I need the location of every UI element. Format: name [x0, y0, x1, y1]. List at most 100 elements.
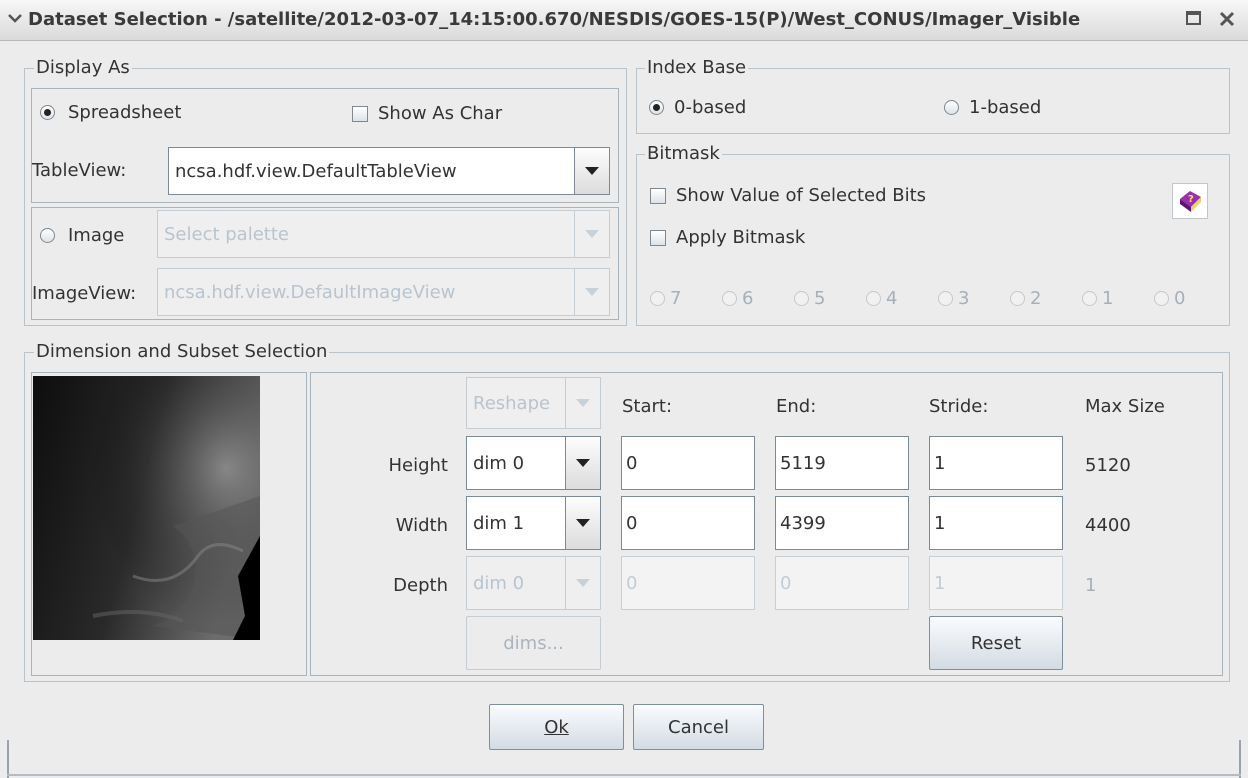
- bit-0-label: 0: [1174, 288, 1186, 309]
- imageview-label: ImageView:: [32, 283, 137, 304]
- dimension-title: Dimension and Subset Selection: [34, 341, 330, 362]
- zero-based-radio-button[interactable]: [649, 100, 664, 115]
- bit-3-radio[interactable]: 3: [938, 288, 1010, 309]
- chevron-down-icon: [574, 211, 609, 257]
- depth-dim-combo[interactable]: dim 0: [466, 556, 601, 610]
- one-based-radio-button[interactable]: [944, 100, 959, 115]
- height-end-field[interactable]: 5119: [775, 436, 909, 490]
- show-value-label: Show Value of Selected Bits: [676, 185, 927, 206]
- tableview-combo[interactable]: ncsa.hdf.view.DefaultTableView: [168, 147, 610, 195]
- bit-4-label: 4: [886, 288, 898, 309]
- depth-max-size: 1: [1085, 575, 1097, 596]
- title-bar[interactable]: Dataset Selection - /satellite/2012-03-0…: [0, 0, 1248, 41]
- bit-radio-row: 7 6 5 4 3 2 1 0: [650, 288, 1204, 309]
- apply-bitmask-label: Apply Bitmask: [676, 227, 806, 248]
- end-header: End:: [776, 396, 817, 417]
- one-based-label: 1-based: [969, 97, 1042, 118]
- spreadsheet-radio-button[interactable]: [40, 105, 55, 120]
- window-title: Dataset Selection - /satellite/2012-03-0…: [28, 9, 1081, 30]
- bitmask-title: Bitmask: [645, 143, 722, 164]
- width-stride-field[interactable]: 1: [929, 496, 1063, 550]
- satellite-preview-image: [33, 376, 260, 640]
- apply-bitmask-checkbox[interactable]: Apply Bitmask: [650, 227, 805, 248]
- reset-button[interactable]: Reset: [929, 616, 1063, 670]
- height-max-size: 5120: [1085, 455, 1131, 476]
- tableview-label: TableView:: [32, 160, 127, 181]
- imageview-combo[interactable]: ncsa.hdf.view.DefaultImageView: [157, 268, 610, 316]
- chevron-down-icon[interactable]: [565, 497, 600, 549]
- width-label: Width: [395, 515, 448, 536]
- bit-0-radio[interactable]: 0: [1154, 288, 1204, 309]
- spreadsheet-label: Spreadsheet: [68, 102, 182, 123]
- show-as-char-check[interactable]: [352, 105, 368, 122]
- zero-based-label: 0-based: [674, 97, 747, 118]
- cancel-button[interactable]: Cancel: [633, 704, 764, 750]
- ok-button-label: Ok: [544, 716, 569, 738]
- height-label: Height: [388, 455, 448, 476]
- height-dim-combo[interactable]: dim 0: [466, 436, 601, 490]
- bit-5-label: 5: [814, 288, 826, 309]
- tableview-value: ncsa.hdf.view.DefaultTableView: [175, 160, 457, 182]
- chevron-down-icon[interactable]: [8, 8, 22, 33]
- chevron-down-icon[interactable]: [574, 148, 609, 194]
- depth-start-field[interactable]: 0: [621, 556, 755, 610]
- width-end-field[interactable]: 4399: [775, 496, 909, 550]
- show-as-char-label: Show As Char: [378, 103, 503, 124]
- width-dim-combo[interactable]: dim 1: [466, 496, 601, 550]
- one-based-radio[interactable]: 1-based: [944, 97, 1041, 118]
- show-as-char-checkbox[interactable]: Show As Char: [352, 103, 502, 124]
- palette-combo[interactable]: Select palette: [157, 210, 610, 258]
- zero-based-radio[interactable]: 0-based: [649, 97, 746, 118]
- cancel-button-label: Cancel: [668, 716, 729, 738]
- show-value-check[interactable]: [650, 187, 666, 204]
- bit-1-label: 1: [1102, 288, 1114, 309]
- start-header: Start:: [622, 396, 673, 417]
- bit-4-radio[interactable]: 4: [866, 288, 938, 309]
- stride-header: Stride:: [929, 396, 989, 417]
- height-start-field[interactable]: 0: [621, 436, 755, 490]
- apply-bitmask-check[interactable]: [650, 229, 666, 246]
- depth-label: Depth: [393, 575, 448, 596]
- show-value-checkbox[interactable]: Show Value of Selected Bits: [650, 185, 926, 206]
- width-dim-value: dim 1: [473, 512, 525, 534]
- image-radio-button[interactable]: [40, 228, 55, 243]
- depth-end-field[interactable]: 0: [775, 556, 909, 610]
- image-radio[interactable]: Image: [40, 225, 124, 246]
- bit-3-label: 3: [958, 288, 970, 309]
- bit-7-radio[interactable]: 7: [650, 288, 722, 309]
- reshape-value: Reshape: [473, 392, 551, 414]
- ok-button[interactable]: Ok: [489, 704, 624, 750]
- chevron-down-icon: [565, 378, 600, 428]
- image-label: Image: [68, 225, 125, 246]
- bit-6-radio[interactable]: 6: [722, 288, 794, 309]
- palette-value: Select palette: [164, 223, 289, 245]
- dims-button[interactable]: dims...: [466, 616, 601, 670]
- width-max-size: 4400: [1085, 515, 1131, 536]
- maximize-icon[interactable]: [1185, 10, 1203, 33]
- spreadsheet-radio[interactable]: Spreadsheet: [40, 102, 181, 123]
- width-start-field[interactable]: 0: [621, 496, 755, 550]
- bit-5-radio[interactable]: 5: [794, 288, 866, 309]
- window-resize-edge-bottom[interactable]: [7, 774, 1241, 776]
- bit-2-radio[interactable]: 2: [1010, 288, 1082, 309]
- bit-7-label: 7: [670, 288, 682, 309]
- index-base-title: Index Base: [645, 57, 749, 78]
- chevron-down-icon[interactable]: [565, 437, 600, 489]
- height-dim-value: dim 0: [473, 452, 525, 474]
- display-as-title: Display As: [34, 57, 132, 78]
- chevron-down-icon: [565, 557, 600, 609]
- window-resize-edge-left[interactable]: [7, 740, 9, 778]
- svg-text:?: ?: [1188, 194, 1194, 205]
- imageview-value: ncsa.hdf.view.DefaultImageView: [164, 281, 456, 303]
- bit-1-radio[interactable]: 1: [1082, 288, 1154, 309]
- bit-2-label: 2: [1030, 288, 1042, 309]
- reshape-combo[interactable]: Reshape: [466, 377, 601, 429]
- height-stride-field[interactable]: 1: [929, 436, 1063, 490]
- help-book-icon[interactable]: ?: [1172, 183, 1208, 219]
- depth-stride-field[interactable]: 1: [929, 556, 1063, 610]
- bit-6-label: 6: [742, 288, 754, 309]
- close-icon[interactable]: [1218, 10, 1236, 33]
- window-resize-edge-right[interactable]: [1239, 740, 1241, 778]
- depth-dim-value: dim 0: [473, 572, 525, 594]
- chevron-down-icon: [574, 269, 609, 315]
